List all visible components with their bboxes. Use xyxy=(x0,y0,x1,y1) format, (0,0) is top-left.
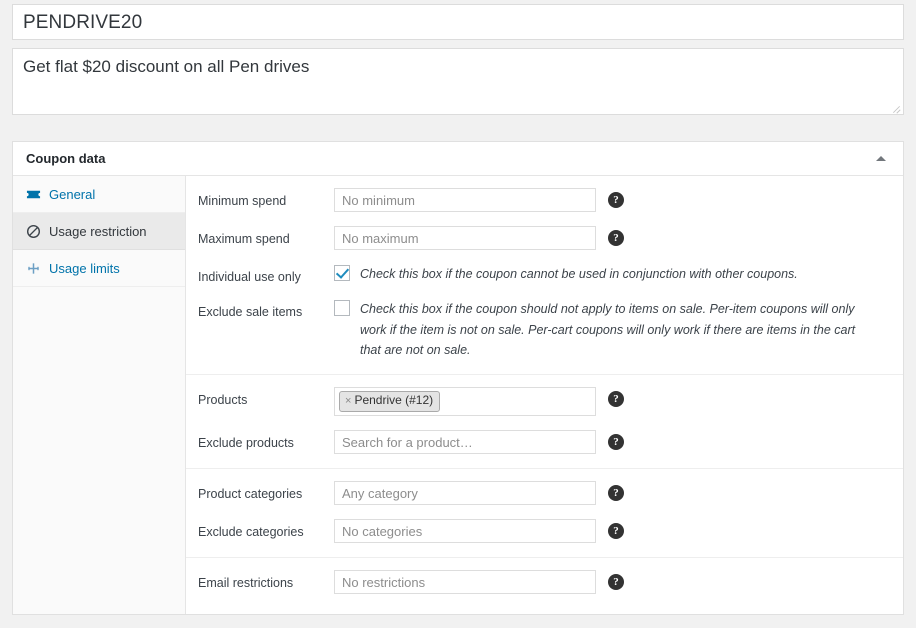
coupon-title-value: PENDRIVE20 xyxy=(23,13,142,32)
coupon-data-header: Coupon data xyxy=(13,142,903,176)
coupon-data-tabs: General Usage restriction xyxy=(13,176,186,614)
remove-token-icon[interactable]: × xyxy=(345,396,351,407)
help-icon[interactable]: ? xyxy=(608,230,624,246)
field-products: Products × Pendrive (#12) ? xyxy=(186,387,891,416)
field-individual-use-only: Individual use only Check this box if th… xyxy=(186,264,891,285)
tab-usage-restriction-label: Usage restriction xyxy=(49,225,147,238)
minimum-spend-label: Minimum spend xyxy=(198,188,334,209)
maximum-spend-input[interactable]: No maximum xyxy=(334,226,596,250)
field-email-restrictions: Email restrictions No restrictions ? xyxy=(186,570,891,594)
individual-use-description: Check this box if the coupon cannot be u… xyxy=(360,264,798,284)
tab-general[interactable]: General xyxy=(13,176,185,213)
tab-usage-restriction[interactable]: Usage restriction xyxy=(13,213,185,250)
minimum-spend-input[interactable]: No minimum xyxy=(334,188,596,212)
products-label: Products xyxy=(198,387,334,408)
product-token-label: Pendrive (#12) xyxy=(354,394,433,407)
individual-use-checkbox[interactable] xyxy=(334,265,350,281)
product-categories-label: Product categories xyxy=(198,481,334,502)
email-restrictions-input[interactable]: No restrictions xyxy=(334,570,596,594)
exclude-sale-items-description: Check this box if the coupon should not … xyxy=(360,299,873,360)
coupon-edit-screen: PENDRIVE20 Get flat $20 discount on all … xyxy=(0,4,916,628)
help-icon[interactable]: ? xyxy=(608,391,624,407)
field-maximum-spend: Maximum spend No maximum ? xyxy=(186,226,891,250)
help-icon[interactable]: ? xyxy=(608,574,624,590)
help-icon[interactable]: ? xyxy=(608,523,624,539)
product-categories-input[interactable]: Any category xyxy=(334,481,596,505)
help-icon[interactable]: ? xyxy=(608,485,624,501)
coupon-data-body: General Usage restriction xyxy=(13,176,903,614)
field-group-products: Products × Pendrive (#12) ? xyxy=(186,374,903,454)
coupon-data-metabox: Coupon data General xyxy=(12,141,904,615)
exclude-sale-items-checkbox[interactable] xyxy=(334,300,350,316)
field-group-categories: Product categories Any category ? Exclud… xyxy=(186,468,903,543)
maximum-spend-label: Maximum spend xyxy=(198,226,334,247)
ticket-icon xyxy=(25,186,41,202)
products-input[interactable]: × Pendrive (#12) xyxy=(334,387,596,416)
help-icon[interactable]: ? xyxy=(608,192,624,208)
coupon-description-field[interactable]: Get flat $20 discount on all Pen drives xyxy=(12,48,904,115)
individual-use-label: Individual use only xyxy=(198,264,334,285)
tab-general-label: General xyxy=(49,188,95,201)
exclude-products-input[interactable]: Search for a product… xyxy=(334,430,596,454)
limit-icon xyxy=(25,260,41,276)
exclude-products-label: Exclude products xyxy=(198,430,334,451)
block-icon xyxy=(25,223,41,239)
field-minimum-spend: Minimum spend No minimum ? xyxy=(186,188,891,212)
field-group-email: Email restrictions No restrictions ? xyxy=(186,557,903,594)
tab-usage-limits-label: Usage limits xyxy=(49,262,120,275)
usage-restriction-panel: Minimum spend No minimum ? Maximum spend… xyxy=(186,176,903,614)
coupon-data-title: Coupon data xyxy=(26,151,105,166)
field-group-spend: Minimum spend No minimum ? Maximum spend… xyxy=(186,188,903,360)
field-exclude-sale-items: Exclude sale items Check this box if the… xyxy=(186,299,891,360)
field-exclude-products: Exclude products Search for a product… ? xyxy=(186,430,891,454)
help-icon[interactable]: ? xyxy=(608,434,624,450)
coupon-title-field[interactable]: PENDRIVE20 xyxy=(12,4,904,40)
coupon-description-value: Get flat $20 discount on all Pen drives xyxy=(23,56,893,77)
product-token[interactable]: × Pendrive (#12) xyxy=(339,391,440,411)
resize-handle-icon[interactable] xyxy=(890,101,902,113)
field-exclude-categories: Exclude categories No categories ? xyxy=(186,519,891,543)
field-product-categories: Product categories Any category ? xyxy=(186,481,891,505)
exclude-categories-label: Exclude categories xyxy=(198,519,334,540)
exclude-sale-items-label: Exclude sale items xyxy=(198,299,334,320)
tab-usage-limits[interactable]: Usage limits xyxy=(13,250,185,287)
exclude-categories-input[interactable]: No categories xyxy=(334,519,596,543)
email-restrictions-label: Email restrictions xyxy=(198,570,334,591)
chevron-up-icon[interactable] xyxy=(871,149,891,169)
